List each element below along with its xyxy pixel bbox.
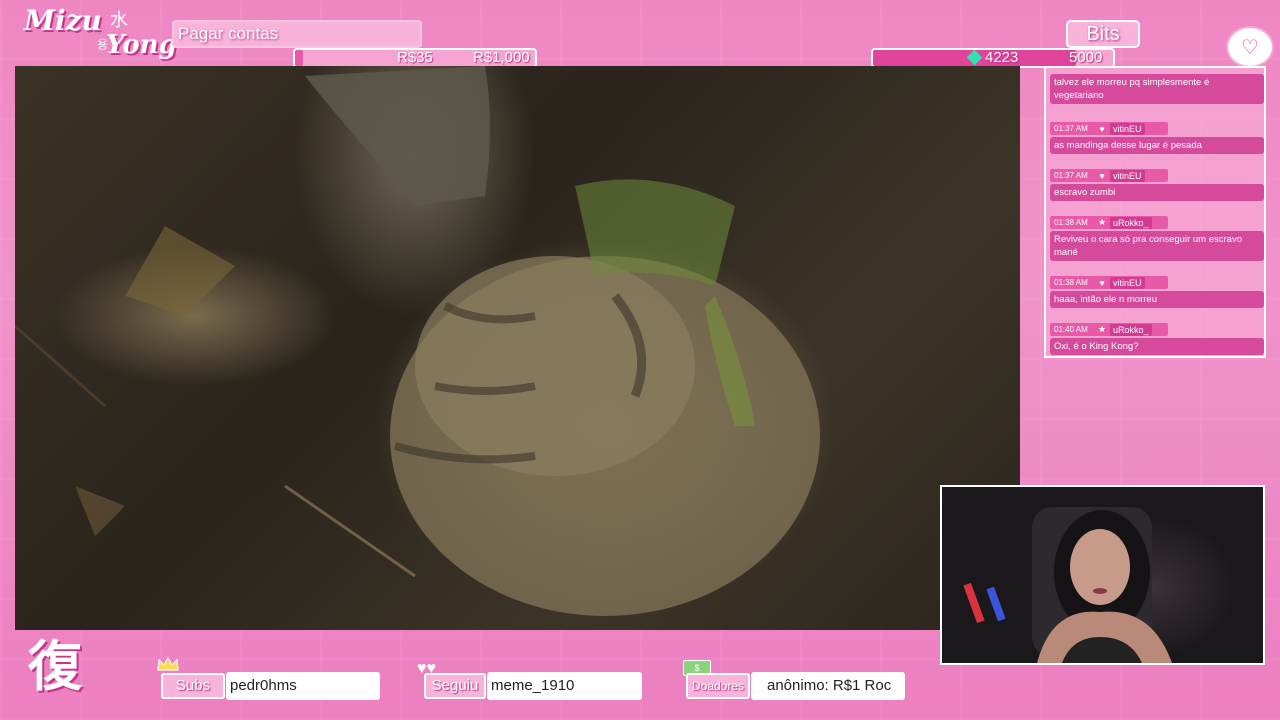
chat-time: 01:37 AM (1054, 171, 1088, 180)
bits-title: Bits (1066, 20, 1140, 48)
chat-message: 01:38 AM ♥ vitinEU haaa, intão ele n mor… (1050, 276, 1264, 308)
bits-target: 5000 (1069, 49, 1103, 66)
bits-current: 4223 (985, 49, 1019, 66)
chat-meta: 01:38 AM ♥ vitinEU (1050, 276, 1168, 289)
logo-kanji: 水 (110, 10, 128, 31)
chat-username[interactable]: uRokko_ (1110, 323, 1152, 336)
heart-badge-icon: ♥ (1099, 123, 1105, 134)
chat-message-text: as mandinga desse lugar é pesada (1050, 137, 1264, 154)
stone-head-image (15, 66, 820, 616)
chat-message-text: haaa, intão ele n morreu (1050, 291, 1264, 308)
goal-current: R$35 (397, 49, 433, 66)
chat-message-text: escravo zumbi (1050, 184, 1264, 201)
chat-message: 01:40 AM ★ uRokko_ Oxi, é o King Kong? (1050, 323, 1264, 355)
chat-message: 01:37 AM ♥ vitinEU escravo zumbi (1050, 169, 1264, 201)
chat-meta: 01:37 AM ♥ vitinEU (1050, 122, 1168, 135)
chat-message: talvez ele morreu pq simplesmente é vege… (1050, 68, 1264, 104)
bits-progress-bar: 4223 5000 (871, 48, 1115, 68)
star-badge-icon: ★ (1097, 324, 1107, 334)
heart-badge-icon: ♥ (1099, 277, 1105, 288)
chat-message: 01:38 AM ★ uRokko_ Reviveu o cara só pra… (1050, 216, 1264, 261)
channel-logo: Mizu 水 용 Yong (24, 4, 177, 64)
donors-label: Doadores (686, 673, 750, 699)
chat-message-text: talvez ele morreu pq simplesmente é vege… (1050, 74, 1264, 104)
chat-message-text: Reviveu o cara só pra conseguir um escra… (1050, 231, 1264, 261)
chat-meta: 01:40 AM ★ uRokko_ (1050, 323, 1168, 336)
chat-time: 01:38 AM (1054, 278, 1088, 287)
star-badge-icon: ★ (1097, 217, 1107, 227)
heart-badge-icon: ♥ (1099, 170, 1105, 181)
follow-label: Seguiu (424, 673, 486, 699)
chat-time: 01:40 AM (1054, 325, 1088, 334)
subs-label: Subs (161, 673, 225, 699)
chat-message-text: Oxi, é o King Kong? (1050, 338, 1264, 355)
donors-value: anônimo: R$1 Roc (751, 672, 905, 700)
video-feed (15, 66, 1020, 630)
heart-chat-icon: ♡ (1228, 28, 1272, 66)
chat-username[interactable]: vitinEU (1110, 169, 1145, 182)
goal-title: Pagar contas (172, 20, 422, 48)
chat-message: 01:37 AM ♥ vitinEU as mandinga desse lug… (1050, 122, 1264, 154)
goal-progress-fill (295, 50, 304, 66)
crown-icon (157, 656, 179, 671)
follow-value: meme_1910 (487, 672, 642, 700)
logo-mizu: Mizu (24, 4, 102, 37)
chat-meta: 01:37 AM ♥ vitinEU (1050, 169, 1168, 182)
webcam-feed (940, 485, 1265, 665)
bottom-logo: 復 (28, 635, 82, 698)
logo-yong: Yong (106, 30, 177, 60)
chat-meta: 01:38 AM ★ uRokko_ (1050, 216, 1168, 229)
chat-panel: talvez ele morreu pq simplesmente é vege… (1044, 66, 1266, 358)
chat-username[interactable]: uRokko_ (1110, 216, 1152, 229)
subs-value: pedr0hms (226, 672, 380, 700)
chat-username[interactable]: vitinEU (1110, 122, 1145, 135)
chat-username[interactable]: vitinEU (1110, 276, 1145, 289)
goal-progress-bar: R$35 R$1,000 (293, 48, 537, 68)
chat-time: 01:38 AM (1054, 218, 1088, 227)
goal-target: R$1,000 (473, 49, 530, 66)
streamer-image (963, 507, 1172, 663)
chat-time: 01:37 AM (1054, 124, 1088, 133)
